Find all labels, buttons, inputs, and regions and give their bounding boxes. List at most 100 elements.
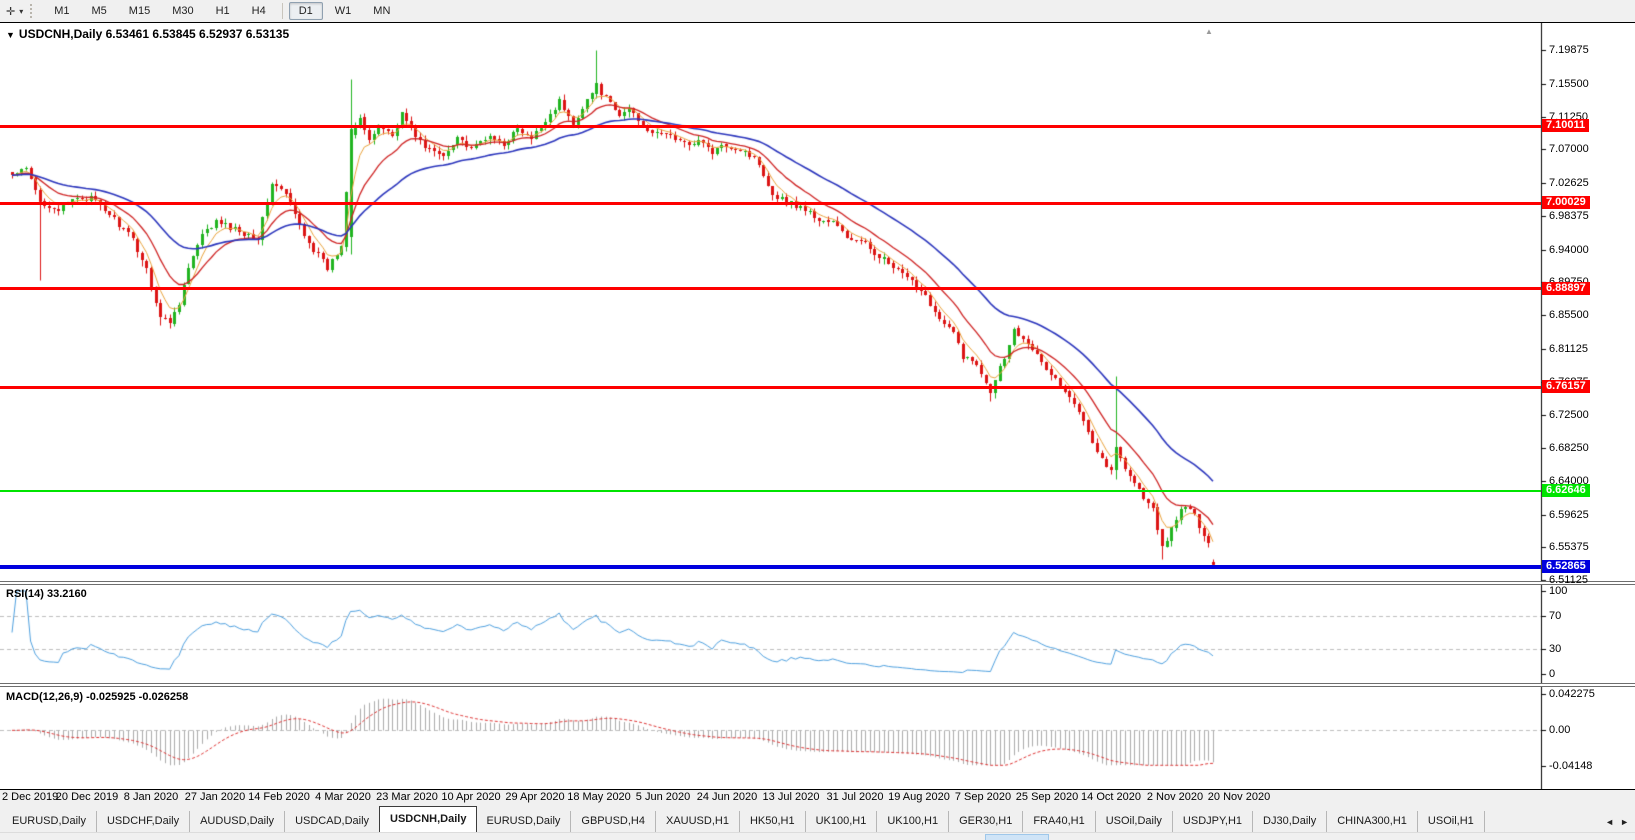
support-line (0, 565, 1541, 569)
resistance-line (0, 202, 1541, 205)
date-axis-label: 20 Dec 2019 (56, 791, 118, 803)
symbol-dropdown-caret[interactable]: ▼ (6, 30, 15, 40)
chart-tab-china300-h1[interactable]: CHINA300,H1 (1327, 811, 1418, 832)
price-axis-tick: 6.98375 (1549, 210, 1589, 222)
resistance-line (0, 125, 1541, 128)
chart-tab-usoil-h1[interactable]: USOil,H1 (1418, 811, 1485, 832)
chart-tab-eurusd-daily[interactable]: EURUSD,Daily (476, 811, 571, 832)
price-chart-canvas[interactable] (0, 23, 1635, 789)
support-price-tag: 6.62646 (1542, 484, 1590, 497)
chart-window: ▼ USDCNH,Daily 6.53461 6.53845 6.52937 6.… (0, 22, 1635, 790)
rsi-axis-tick: 30 (1549, 643, 1561, 655)
date-axis-label: 13 Jul 2020 (763, 791, 820, 803)
date-axis-label: 5 Jun 2020 (636, 791, 690, 803)
price-axis-tick: 7.07000 (1549, 143, 1589, 155)
price-axis-tick: 7.15500 (1549, 78, 1589, 90)
timeframe-h4[interactable]: H4 (242, 2, 276, 20)
date-axis-label: 18 May 2020 (567, 791, 631, 803)
timeframe-buttons: M1M5M15M30H1H4 D1W1MN (43, 0, 401, 22)
support-price-tag: 6.52865 (1542, 560, 1590, 573)
timeframe-h1[interactable]: H1 (206, 2, 240, 20)
timeframe-toolbar: ✛ ▾ M1M5M15M30H1H4 D1W1MN (0, 0, 1635, 23)
price-axis-tick: 6.68250 (1549, 442, 1589, 454)
chart-tab-usoil-daily[interactable]: USOil,Daily (1096, 811, 1173, 832)
timeframe-m1[interactable]: M1 (44, 2, 79, 20)
chart-ohlc: 6.53461 6.53845 6.52937 6.53135 (106, 27, 290, 41)
chart-tab-fra40-h1[interactable]: FRA40,H1 (1023, 811, 1095, 832)
time-axis: 2 Dec 201920 Dec 2019 8 Jan 2020 27 Jan 20… (0, 791, 1635, 804)
chart-tab-usdchf-daily[interactable]: USDCHF,Daily (97, 811, 190, 832)
date-axis-label: 20 Nov 2020 (1208, 791, 1270, 803)
tab-scroll-right-icon[interactable]: ► (1620, 817, 1629, 827)
rsi-axis-tick: 0 (1549, 668, 1555, 680)
chart-symbol: USDCNH,Daily (19, 27, 102, 41)
chart-tab-hk50-h1[interactable]: HK50,H1 (740, 811, 806, 832)
price-axis-tick: 7.02625 (1549, 177, 1589, 189)
tab-scroll-buttons: ◄► (1599, 811, 1635, 832)
resistance-price-tag: 6.76157 (1542, 380, 1590, 393)
chart-tab-uk100-h1[interactable]: UK100,H1 (806, 811, 878, 832)
timeframe-mn[interactable]: MN (363, 2, 400, 20)
date-axis-label: 19 Aug 2020 (888, 791, 950, 803)
date-axis-label: 10 Apr 2020 (441, 791, 500, 803)
pane-separator[interactable] (0, 683, 1635, 687)
toolbar-divider (282, 3, 283, 19)
chart-tab-usdcnh-daily[interactable]: USDCNH,Daily (379, 806, 477, 832)
h-scrollbar[interactable] (0, 832, 1635, 840)
macd-axis-tick: 0.00 (1549, 724, 1570, 736)
price-axis-tick: 6.72500 (1549, 409, 1589, 421)
chart-title: ▼ USDCNH,Daily 6.53461 6.53845 6.52937 6.… (6, 27, 289, 41)
price-axis-tick: 7.19875 (1549, 44, 1589, 56)
chart-tab-uk100-h1[interactable]: UK100,H1 (877, 811, 949, 832)
resistance-price-tag: 7.10011 (1542, 119, 1589, 132)
date-axis-label: 29 Apr 2020 (505, 791, 564, 803)
date-axis-label: 8 Jan 2020 (124, 791, 178, 803)
date-axis-label: 2 Dec 2019 (2, 791, 58, 803)
rsi-axis-tick: 100 (1549, 585, 1567, 597)
resistance-price-tag: 6.88897 (1542, 282, 1590, 295)
price-axis-tick: 6.81125 (1549, 343, 1588, 355)
price-axis-tick: 6.85500 (1549, 309, 1589, 321)
chart-tabs: EURUSD,DailyUSDCHF,DailyAUDUSD,DailyUSDC… (0, 804, 1635, 832)
macd-axis-tick: -0.04148 (1549, 760, 1592, 772)
dropdown-caret-icon[interactable]: ▾ (19, 7, 23, 16)
date-axis-label: 23 Mar 2020 (376, 791, 438, 803)
chart-shift-marker[interactable]: ▲ (1205, 27, 1213, 36)
timeframe-m15[interactable]: M15 (119, 2, 160, 20)
date-axis-label: 7 Sep 2020 (955, 791, 1011, 803)
date-axis-label: 24 Jun 2020 (697, 791, 758, 803)
chart-tab-dj30-daily[interactable]: DJ30,Daily (1253, 811, 1327, 832)
date-axis-label: 27 Jan 2020 (185, 791, 246, 803)
timeframe-m5[interactable]: M5 (82, 2, 117, 20)
date-axis-label: 25 Sep 2020 (1016, 791, 1078, 803)
price-axis-tick: 6.94000 (1549, 244, 1589, 256)
rsi-axis-tick: 70 (1549, 610, 1561, 622)
macd-axis-tick: 0.042275 (1549, 688, 1595, 700)
timeframe-w1[interactable]: W1 (325, 2, 362, 20)
chart-tab-gbpusd-h4[interactable]: GBPUSD,H4 (571, 811, 656, 832)
timeframe-d1[interactable]: D1 (289, 2, 323, 20)
resistance-price-tag: 7.00029 (1542, 196, 1590, 209)
pane-separator[interactable] (0, 581, 1635, 585)
macd-label: MACD(12,26,9) -0.025925 -0.026258 (6, 691, 188, 703)
timeframe-m30[interactable]: M30 (162, 2, 203, 20)
toolbar-grip[interactable] (30, 4, 36, 18)
support-line (0, 490, 1541, 492)
date-axis-label: 31 Jul 2020 (827, 791, 884, 803)
chart-tool-icon[interactable]: ✛ (6, 5, 15, 18)
chart-tab-usdcad-daily[interactable]: USDCAD,Daily (285, 811, 380, 832)
date-axis-label: 4 Mar 2020 (315, 791, 371, 803)
price-axis-tick: 6.59625 (1549, 509, 1589, 521)
tab-scroll-left-icon[interactable]: ◄ (1605, 817, 1614, 827)
chart-tab-xauusd-h1[interactable]: XAUUSD,H1 (656, 811, 740, 832)
chart-tab-usdjpy-h1[interactable]: USDJPY,H1 (1173, 811, 1253, 832)
rsi-label: RSI(14) 33.2160 (6, 588, 87, 600)
mt4-window: ✛ ▾ M1M5M15M30H1H4 D1W1MN ▼ USDCNH,Daily 6… (0, 0, 1635, 840)
resistance-line (0, 287, 1541, 290)
h-scrollbar-thumb[interactable] (985, 834, 1049, 840)
chart-tab-audusd-daily[interactable]: AUDUSD,Daily (190, 811, 285, 832)
resistance-line (0, 386, 1541, 389)
price-axis-tick: 6.55375 (1549, 541, 1589, 553)
chart-tab-ger30-h1[interactable]: GER30,H1 (949, 811, 1023, 832)
chart-tab-eurusd-daily[interactable]: EURUSD,Daily (2, 811, 97, 832)
